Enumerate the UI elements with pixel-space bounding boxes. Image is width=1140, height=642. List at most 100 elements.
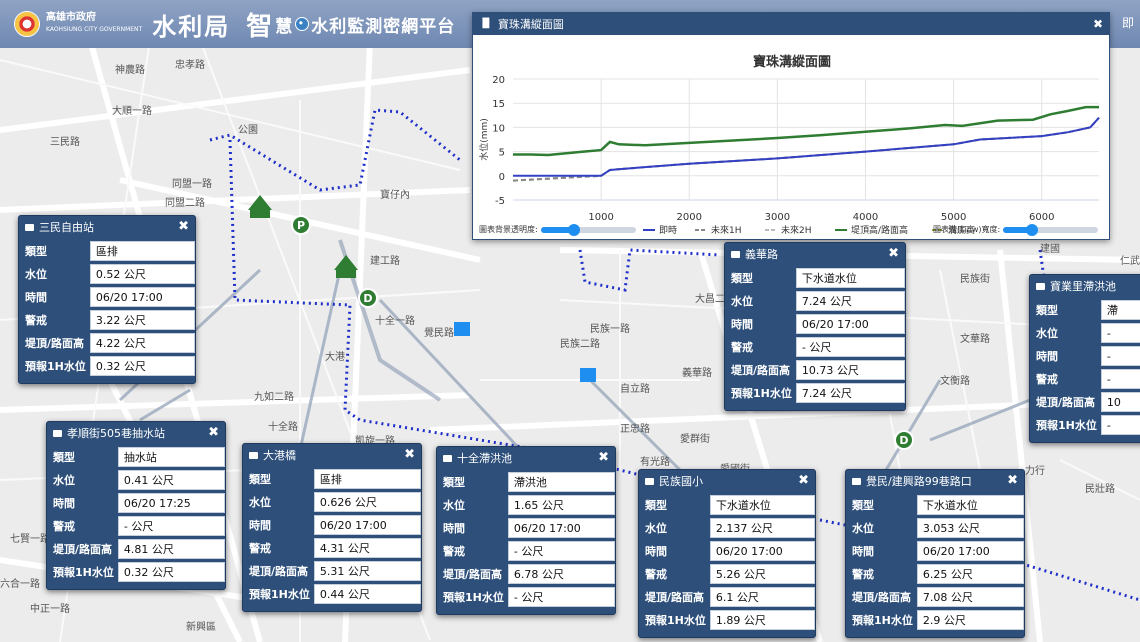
station-row: 時間 06/20 17:00 bbox=[731, 314, 905, 334]
station-field-value: 2.137 公尺 bbox=[709, 518, 815, 538]
station-field-label: 預報1H水位 bbox=[731, 387, 792, 400]
close-icon[interactable]: ✖ bbox=[208, 425, 219, 440]
station-row: 預報1H水位 0.32 公尺 bbox=[25, 356, 195, 376]
platform-text1: 慧 bbox=[275, 16, 294, 37]
station-row: 類型 區排 bbox=[249, 469, 421, 489]
map-street-label: 建國 bbox=[1040, 244, 1060, 255]
station-table: 類型 滯洪池 水位 1.65 公尺 時間 06/20 17:00 警戒 - 公尺 堤頂/路面高 6… bbox=[443, 469, 615, 610]
globe-icon bbox=[295, 17, 310, 31]
station-row: 水位 3.053 公尺 bbox=[852, 518, 1024, 538]
station-table: 類型 下水道水位 水位 7.24 公尺 時間 06/20 17:00 警戒 - 公尺 堤頂/路面… bbox=[731, 265, 905, 406]
station-icon bbox=[731, 250, 740, 258]
station-header: 義華路 ✖ bbox=[725, 243, 905, 265]
platform-text2: 水利監測密網平台 bbox=[311, 16, 456, 37]
station-field-label: 堤頂/路面高 bbox=[53, 543, 113, 556]
station-field-label: 時間 bbox=[645, 545, 667, 558]
station-field-label: 堤頂/路面高 bbox=[443, 568, 503, 581]
station-popup: 孝順街505巷抽水站 ✖ 類型 抽水站 水位 0.41 公尺 時間 06/20 17:25 警戒… bbox=[46, 421, 226, 590]
station-field-value: 0.52 公尺 bbox=[89, 264, 195, 284]
x-tick-label: 1000 bbox=[588, 212, 613, 223]
station-field-label: 警戒 bbox=[443, 545, 465, 558]
station-popup: 民族國小 ✖ 類型 下水道水位 水位 2.137 公尺 時間 06/20 17:00 警戒 5.2… bbox=[638, 469, 816, 638]
y-tick-label: 10 bbox=[492, 123, 505, 134]
map-street-label: 仁武 bbox=[1120, 256, 1140, 267]
bureau-name: 水利局 bbox=[152, 11, 231, 41]
map-street-label: 民族街 bbox=[960, 274, 990, 285]
y-tick-label: 5 bbox=[499, 148, 505, 159]
station-row: 堤頂/路面高 7.08 公尺 bbox=[852, 587, 1024, 607]
x-tick-label: 4000 bbox=[853, 212, 878, 223]
station-field-label: 時間 bbox=[249, 519, 271, 532]
close-icon[interactable]: ✖ bbox=[798, 473, 809, 488]
map-street-label: 三民路 bbox=[50, 137, 80, 148]
close-icon[interactable]: ✖ bbox=[1093, 17, 1103, 31]
station-row: 警戒 - 公尺 bbox=[443, 541, 615, 561]
gov-logo[interactable]: 高雄市政府 KAOHSIUNG CITY GOVERNMENT bbox=[14, 11, 142, 37]
map-street-label: 十全路 bbox=[268, 422, 298, 433]
station-header: 民族國小 ✖ bbox=[639, 470, 815, 492]
station-field-value: 0.41 公尺 bbox=[117, 470, 225, 490]
station-row: 警戒 5.26 公尺 bbox=[645, 564, 815, 584]
station-field-value: - 公尺 bbox=[507, 541, 615, 561]
station-field-label: 警戒 bbox=[645, 568, 667, 581]
station-field-value: 06/20 17:00 bbox=[709, 541, 815, 561]
station-field-label: 堤頂/路面高 bbox=[645, 591, 705, 604]
station-field-label: 水位 bbox=[731, 295, 753, 308]
close-icon[interactable]: ✖ bbox=[178, 219, 189, 234]
station-field-label: 預報1H水位 bbox=[852, 614, 913, 627]
legend-item: 堤頂高/路面高 bbox=[851, 224, 908, 236]
station-field-value: 6.78 公尺 bbox=[507, 564, 615, 584]
x-tick-label: 5000 bbox=[941, 212, 966, 223]
station-row: 預報1H水位 - bbox=[1036, 415, 1140, 435]
station-title: 義華路 bbox=[745, 248, 778, 261]
map-street-label: 大順一路 bbox=[112, 106, 152, 117]
station-table: 類型 下水道水位 水位 2.137 公尺 時間 06/20 17:00 警戒 5.26 公尺堤… bbox=[645, 492, 815, 633]
close-icon[interactable]: ✖ bbox=[404, 447, 415, 462]
station-row: 預報1H水位 0.32 公尺 bbox=[53, 562, 225, 582]
station-field-value: - 公尺 bbox=[117, 516, 225, 536]
station-row: 預報1H水位 7.24 公尺 bbox=[731, 383, 905, 403]
station-field-label: 時間 bbox=[443, 522, 465, 535]
station-popup: 三民自由站 ✖ 類型 區排 水位 0.52 公尺 時間 06/20 17:00 警戒 3.22 公… bbox=[18, 215, 196, 384]
emblem-icon bbox=[14, 11, 40, 37]
station-field-label: 堤頂/路面高 bbox=[852, 591, 912, 604]
platform-big-char: 智 bbox=[246, 11, 274, 42]
station-icon bbox=[1036, 282, 1045, 290]
station-field-label: 預報1H水位 bbox=[249, 588, 310, 601]
station-field-label: 類型 bbox=[25, 245, 47, 258]
station-row: 類型 滯洪池 bbox=[443, 472, 615, 492]
station-row: 堤頂/路面高 6.1 公尺 bbox=[645, 587, 815, 607]
station-field-label: 警戒 bbox=[249, 542, 271, 555]
station-row: 時間 06/20 17:00 bbox=[249, 515, 421, 535]
station-field-value: 抽水站 bbox=[117, 447, 225, 467]
station-field-value: 7.08 公尺 bbox=[916, 587, 1024, 607]
station-field-label: 警戒 bbox=[1036, 373, 1058, 386]
legend-item: 即時 bbox=[659, 225, 677, 236]
width-slider-knob[interactable] bbox=[1025, 223, 1038, 236]
close-icon[interactable]: ✖ bbox=[598, 450, 609, 465]
close-icon[interactable]: ✖ bbox=[1007, 473, 1018, 488]
station-field-label: 堤頂/路面高 bbox=[249, 565, 309, 578]
width-slider[interactable] bbox=[1003, 223, 1099, 236]
close-icon[interactable]: ✖ bbox=[888, 246, 899, 261]
opacity-slider-knob[interactable] bbox=[567, 223, 580, 236]
station-icon bbox=[852, 477, 861, 485]
station-row: 類型 下水道水位 bbox=[731, 268, 905, 288]
header-right-link[interactable]: 即 bbox=[1122, 14, 1134, 31]
station-field-label: 水位 bbox=[53, 474, 75, 487]
width-slider-row: 圖表線(Linw)寬度: bbox=[933, 223, 1099, 236]
opacity-label: 圖表背景透明度: bbox=[479, 225, 538, 234]
svg-text:D: D bbox=[363, 292, 372, 305]
station-icon bbox=[249, 451, 258, 459]
bar-chart-icon: ▐▌ bbox=[479, 19, 493, 29]
map-street-label: 民族二路 bbox=[560, 339, 600, 350]
station-field-label: 時間 bbox=[53, 497, 75, 510]
station-row: 時間 06/20 17:00 bbox=[852, 541, 1024, 561]
station-row: 警戒 - bbox=[1036, 369, 1140, 389]
opacity-slider[interactable] bbox=[540, 223, 636, 236]
station-field-label: 水位 bbox=[645, 522, 667, 535]
station-field-label: 時間 bbox=[852, 545, 874, 558]
station-field-value: - bbox=[1100, 415, 1140, 435]
station-field-value: 3.22 公尺 bbox=[89, 310, 195, 330]
station-field-label: 堤頂/路面高 bbox=[25, 337, 85, 350]
